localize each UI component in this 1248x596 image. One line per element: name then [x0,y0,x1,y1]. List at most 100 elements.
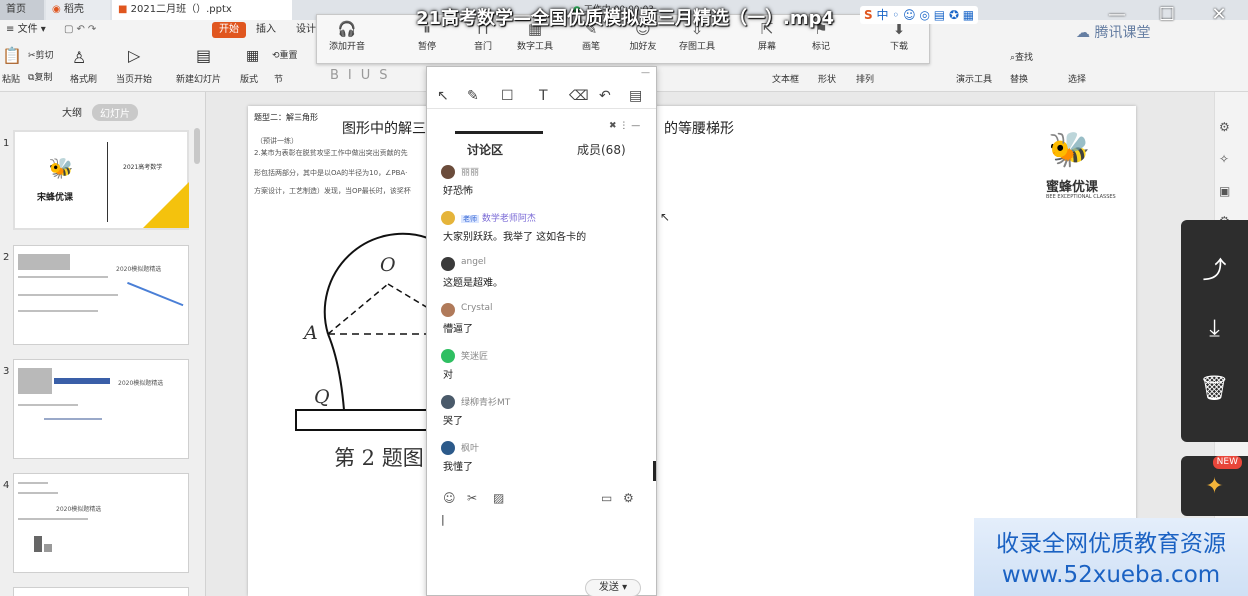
bold-button[interactable]: B [330,68,348,83]
video-action-panel: ⤴ ⤓ 🗑 [1181,220,1248,442]
thumb-line [18,482,48,484]
textbox-button[interactable]: 文本框 [772,72,799,85]
tab-document-label: 2021二月班（）.pptx [130,4,232,15]
chat-text: 懵逼了 [443,324,473,335]
tab-docer[interactable]: ◉ 稻壳 [46,0,110,20]
label-o: O [380,254,396,276]
copy-label: 复制 [34,73,53,83]
clear-icon[interactable]: ▤ [629,88,642,104]
cloud-icon: ☁ [1076,25,1090,41]
animation-icon[interactable]: ✧ [1219,152,1229,166]
tab-members[interactable]: 成员(68) [577,141,626,158]
rec-label: 画笔 [581,42,600,52]
text-icon[interactable]: T [539,88,548,104]
pen-icon[interactable]: ✎ [467,88,479,104]
chat-scrollbar[interactable] [653,461,656,481]
layout-icon[interactable]: ▦ [246,48,259,64]
tab-document[interactable]: ■ 2021二月班（）.pptx [112,0,292,20]
pin-icon[interactable]: ✦ [1181,474,1248,499]
reset-label: 重置 [279,51,298,61]
reset-icon: ⟲ [272,51,280,61]
select-button[interactable]: 选择 [1068,72,1086,85]
sogou-icon: S [864,8,873,22]
teacher-badge: 老师 [461,215,479,223]
eraser-icon[interactable]: ⌫ [569,88,589,104]
figure-caption: 第 2 题图 [334,446,424,470]
slide-thumbnail-5[interactable] [13,587,189,596]
tab-home[interactable]: 首页 [0,0,44,20]
menu-insert[interactable]: 插入 [252,22,280,38]
scissors-icon[interactable]: ✂ [467,491,477,505]
thumb-caption: 2020模拟题精选 [116,266,162,273]
new-slide-icon[interactable]: ▤ [196,46,211,65]
rec-label: 数字工具 [516,42,553,52]
message-icon[interactable]: ▭ [601,491,612,505]
trash-icon[interactable]: 🗑 [1181,374,1248,402]
underline-button[interactable]: U [361,68,380,83]
copy-button[interactable]: ⧉复制 [28,70,52,83]
menu-start[interactable]: 开始 [212,22,246,38]
layout-button[interactable]: 版式 [240,72,258,85]
minimize-button[interactable]: — [1102,0,1132,30]
strike-button[interactable]: S [379,68,396,83]
replace-button[interactable]: 替换 [1010,72,1028,85]
quick-access-toolbar[interactable]: ▢↶↷ [60,22,103,38]
play-icon[interactable]: ▷ [128,46,140,65]
from-start-button[interactable]: 当页开始 [116,72,152,85]
avatar [441,441,455,455]
tab-outline[interactable]: 大纲 [62,104,82,119]
thumb-line [18,404,78,406]
share-icon[interactable]: ⤴ [1181,250,1248,285]
thumb-line [18,276,108,278]
shape-button[interactable]: 形状 [818,72,836,85]
slide-thumbnail-4[interactable]: 2020模拟题精选 [13,473,189,573]
new-slide-button[interactable]: 新建幻灯片 [176,72,221,85]
pin-panel: NEW ✦ [1181,456,1248,516]
tab-discussion[interactable]: 讨论区 [467,141,503,158]
italic-button[interactable]: I [348,68,361,83]
panel-minimize-icon[interactable]: — [641,68,650,78]
chat-input[interactable]: | [441,513,641,563]
thumb-bar [34,536,42,552]
panel-scrollbar[interactable] [194,128,200,164]
transition-icon[interactable]: ▣ [1219,184,1230,198]
property-icon[interactable]: ⚙ [1219,120,1230,134]
watermark-line1: 收录全网优质教育资源 [996,531,1226,557]
tab-slides[interactable]: 幻灯片 [92,104,138,121]
find-button[interactable]: ⌕查找 [1010,50,1033,63]
arrange-button[interactable]: 排列 [856,72,874,85]
slide-thumbnail-2[interactable]: 2020模拟题精选 [13,245,189,345]
reset-button[interactable]: ⟲重置 [272,48,298,61]
slide-brand: 蜜蜂优课 [1046,180,1099,195]
section-button[interactable]: 节 [274,72,283,85]
discussion-panel: — ↖ ✎ ☐ T ⌫ ↶ ▤ ✖ ⋮ — 讨论区 成员(68) 丽丽 好恐怖 … [426,66,657,596]
rec-label: 暂停 [417,42,436,52]
download-icon[interactable]: ⤓ [1181,314,1248,342]
slide-thumbnail-3[interactable]: 2020模拟题精选 [13,359,189,459]
emoji-icon[interactable]: ☺ [443,491,456,505]
ime-toolbar[interactable]: S 中 ◦ ☺ ◎ ▤ ✪ ▦ [860,6,979,24]
rectangle-icon[interactable]: ☐ [501,88,514,104]
base-rect [295,409,428,431]
avatar [441,395,455,409]
minimize-icon: — [1108,4,1126,25]
image-icon[interactable]: ▨ [493,491,504,505]
send-button[interactable]: 发送 ▾ [585,579,641,596]
rec-label: 存图工具 [678,42,715,52]
undo-icon[interactable]: ↶ [599,88,611,104]
slide-thumbnail-1[interactable]: 🐝 宋蜂优课 2021高考数学 [13,130,189,230]
cut-button[interactable]: ✂剪切 [28,48,54,61]
thumb-line [18,518,88,520]
format-painter-icon[interactable]: ♙ [72,48,86,67]
menu-file-label: 文件 [17,24,38,35]
close-button[interactable]: ✕ [1204,0,1234,30]
pointer-icon[interactable]: ↖ [437,88,449,104]
paste-button[interactable]: 📋 [2,46,22,65]
panel-pin-icon[interactable]: ✖ ⋮ — [609,121,640,131]
settings-icon[interactable]: ⚙ [623,491,634,505]
chat-text: 这题是超难。 [443,278,503,289]
menu-file[interactable]: ≡ 文件 ▾ [2,22,50,38]
format-painter-button[interactable]: 格式刷 [70,72,97,85]
maximize-button[interactable]: ☐ [1152,0,1182,30]
present-tools-button[interactable]: 演示工具 [956,72,992,85]
